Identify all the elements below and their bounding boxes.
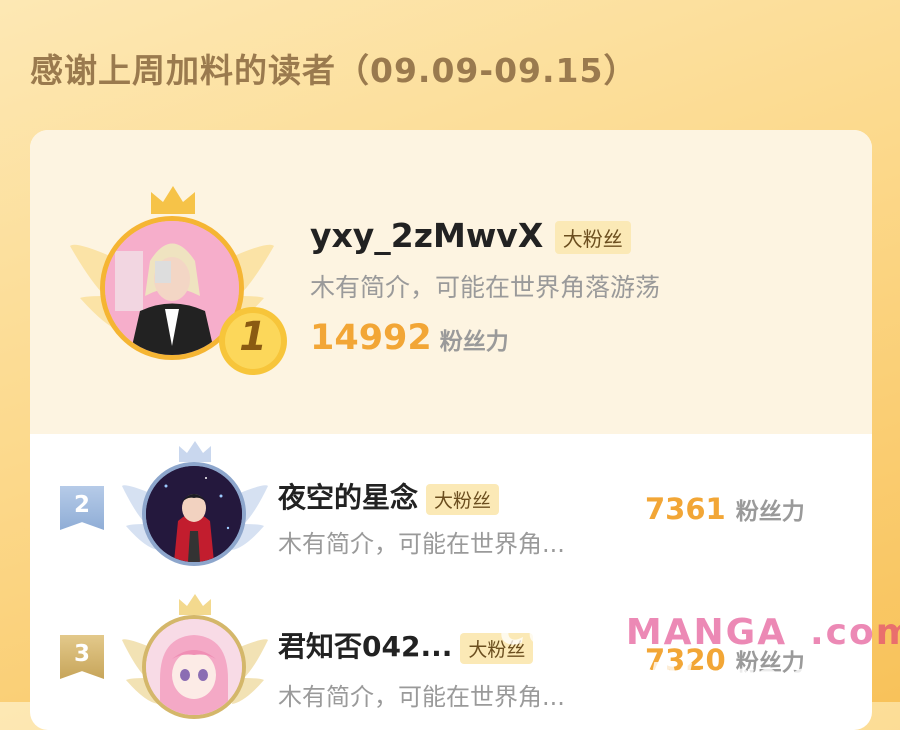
fan-power-value: 7320 [645, 643, 726, 677]
fan-level-badge: 大粉丝 [426, 483, 500, 515]
reader-name-3[interactable]: 君知否042... 大粉丝 [278, 625, 534, 665]
top-reader-section[interactable]: 1 yxy_2zMwvX 大粉丝 木有简介，可能在世界角落游荡 14992 粉丝力 [30, 130, 872, 434]
reader-name-text: 君知否042... [278, 630, 453, 663]
avatar-frame [120, 438, 270, 578]
fan-power-value: 7361 [645, 492, 726, 526]
page-title: 感谢上周加料的读者（09.09-09.15） [30, 51, 638, 90]
reader-bio: 木有简介，可能在世界角... [278, 530, 565, 558]
reader-name-1[interactable]: yxy_2zMwvX 大粉丝 [310, 216, 631, 255]
list-item[interactable]: 3 君知否042... 大粉丝 木有简介，可能在世界角... 7320 粉丝力 [30, 585, 872, 730]
avatar[interactable] [142, 462, 246, 566]
fan-level-badge: 大粉丝 [460, 632, 534, 664]
reader-name-2[interactable]: 夜空的星念 大粉丝 [278, 476, 500, 516]
fan-power: 7320 粉丝力 [645, 643, 805, 677]
reader-bio: 木有简介，可能在世界角... [278, 683, 565, 711]
reader-name-text: 夜空的星念 [278, 481, 419, 514]
rank-flag: 3 [60, 635, 104, 679]
reader-name-text: yxy_2zMwvX [310, 216, 544, 255]
avatar-portrait [146, 466, 242, 562]
avatar[interactable] [142, 615, 246, 719]
fan-power-unit: 粉丝力 [439, 329, 509, 355]
rank-1-avatar-frame: 1 [70, 186, 287, 376]
rank-1-number: 1 [239, 314, 267, 360]
avatar-portrait [146, 619, 242, 715]
rank-flag: 2 [60, 486, 104, 530]
fan-level-badge: 大粉丝 [554, 221, 631, 254]
leaderboard-card: 1 yxy_2zMwvX 大粉丝 木有简介，可能在世界角落游荡 14992 粉丝力… [30, 130, 872, 730]
list-item[interactable]: 2 夜空的星念 大粉丝 木有简介，可能在世界角... 7361 粉丝力 [30, 434, 872, 584]
crown-icon [151, 186, 195, 214]
reader-bio: 木有简介，可能在世界角落游荡 [310, 273, 661, 302]
fan-power-unit: 粉丝力 [735, 499, 805, 525]
fan-power-unit: 粉丝力 [735, 650, 805, 676]
fan-power: 7361 粉丝力 [645, 492, 805, 526]
fan-power-value: 14992 [310, 318, 432, 358]
fan-power: 14992 粉丝力 [310, 318, 509, 358]
avatar-frame [120, 589, 270, 729]
